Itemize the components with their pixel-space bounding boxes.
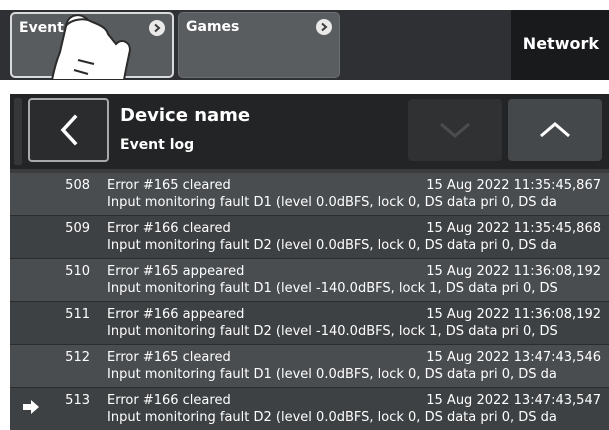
event-row[interactable]: 512 Error #165 cleared 15 Aug 2022 13:47…: [10, 345, 609, 388]
event-message: Error #165 cleared: [107, 178, 231, 193]
event-message: Error #165 cleared: [107, 350, 231, 365]
event-timestamp: 15 Aug 2022 11:36:08,192: [426, 264, 601, 279]
event-list[interactable]: 508 Error #165 cleared 15 Aug 2022 11:35…: [10, 173, 609, 430]
tab-strip: Event log Games Network: [0, 10, 609, 80]
event-row[interactable]: 511 Error #166 appeared 15 Aug 2022 11:3…: [10, 302, 609, 345]
scroll-down-button[interactable]: [408, 99, 502, 161]
tab-network[interactable]: Network: [511, 10, 609, 80]
event-message: Error #166 appeared: [107, 307, 245, 322]
event-message: Error #166 cleared: [107, 221, 231, 236]
event-number: 513: [65, 393, 90, 408]
event-timestamp: 15 Aug 2022 13:47:43,546: [426, 350, 601, 365]
event-log-panel: Device name Event log 508 Error #165 cle…: [10, 94, 609, 430]
event-timestamp: 15 Aug 2022 11:36:08,192: [426, 307, 601, 322]
tab-event-log-label: Event log: [19, 20, 94, 36]
event-detail: Input monitoring fault D1 (level 0.0dBFS…: [107, 367, 557, 382]
chevron-up-icon: [540, 122, 570, 138]
event-detail: Input monitoring fault D1 (level -140.0d…: [107, 281, 558, 296]
page-subtitle: Event log: [120, 137, 195, 153]
page-title: Device name: [120, 105, 251, 126]
header-side-strip: [14, 98, 22, 165]
event-number: 511: [65, 307, 90, 322]
event-number: 508: [65, 178, 90, 193]
tab-games[interactable]: Games: [178, 12, 340, 78]
scroll-up-button[interactable]: [508, 99, 602, 161]
event-detail: Input monitoring fault D1 (level 0.0dBFS…: [107, 195, 557, 210]
chevron-right-icon[interactable]: [149, 20, 165, 36]
tab-network-label: Network: [522, 34, 599, 53]
event-row[interactable]: 508 Error #165 cleared 15 Aug 2022 11:35…: [10, 173, 609, 216]
tab-event-log[interactable]: Event log: [10, 12, 174, 78]
back-button[interactable]: [28, 98, 109, 162]
chevron-left-icon: [60, 114, 77, 146]
event-message: Error #166 cleared: [107, 393, 231, 408]
arrow-right-icon: [23, 400, 39, 414]
event-number: 510: [65, 264, 90, 279]
event-timestamp: 15 Aug 2022 13:47:43,547: [426, 393, 601, 408]
tab-games-label: Games: [186, 19, 240, 35]
event-timestamp: 15 Aug 2022 11:35:45,867: [426, 178, 601, 193]
event-timestamp: 15 Aug 2022 11:35:45,868: [426, 221, 601, 236]
event-number: 512: [65, 350, 90, 365]
event-detail: Input monitoring fault D2 (level 0.0dBFS…: [107, 410, 557, 425]
panel-header: Device name Event log: [10, 94, 609, 169]
event-number: 509: [65, 221, 90, 236]
event-row[interactable]: 510 Error #165 appeared 15 Aug 2022 11:3…: [10, 259, 609, 302]
chevron-right-icon[interactable]: [316, 19, 332, 35]
event-detail: Input monitoring fault D2 (level 0.0dBFS…: [107, 238, 557, 253]
event-detail: Input monitoring fault D2 (level -140.0d…: [107, 324, 558, 339]
chevron-down-icon: [440, 122, 470, 138]
event-row[interactable]: 509 Error #166 cleared 15 Aug 2022 11:35…: [10, 216, 609, 259]
event-message: Error #165 appeared: [107, 264, 245, 279]
event-row-current[interactable]: 513 Error #166 cleared 15 Aug 2022 13:47…: [10, 388, 609, 430]
